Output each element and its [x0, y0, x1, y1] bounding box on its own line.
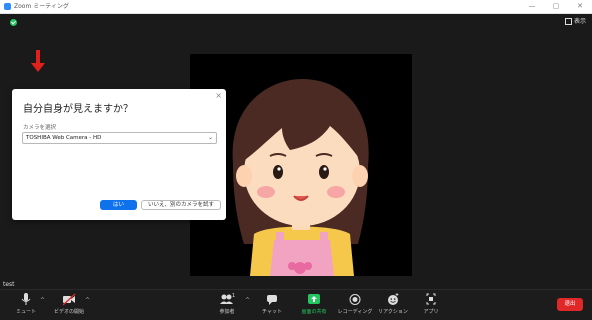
mute-button[interactable]: ミュート — [8, 293, 44, 315]
security-shield-icon[interactable] — [10, 19, 17, 26]
minimize-button[interactable]: — — [520, 0, 544, 13]
share-screen-icon — [308, 294, 320, 304]
camera-select-value: TOSHIBA Web Camera - HD — [26, 135, 102, 141]
apps-icon — [426, 293, 436, 305]
meeting-toolbar: ミュート ^ ビデオの開始 ^ 参加者 1 ^ チャット 画面の共有 レコーディ… — [0, 289, 592, 320]
participant-name-label: test — [3, 281, 15, 288]
try-another-camera-button[interactable]: いいえ、別のカメラを試す — [141, 200, 221, 210]
record-label: レコーディング — [337, 309, 373, 315]
chat-button[interactable]: チャット — [254, 293, 290, 315]
view-label: 表示 — [573, 18, 586, 25]
grid-view-icon — [564, 18, 572, 25]
chevron-down-icon: ⌄ — [207, 134, 213, 141]
dialog-close-icon[interactable]: × — [215, 91, 222, 100]
camera-select-dropdown[interactable]: TOSHIBA Web Camera - HD ⌄ — [22, 132, 217, 144]
apps-label: アプリ — [423, 309, 439, 315]
chat-bubble-icon — [267, 295, 277, 305]
participants-button[interactable]: 参加者 — [209, 293, 245, 315]
chat-label: チャット — [262, 309, 282, 315]
camera-check-dialog: × 自分自身が見えますか？ カメラを選択 TOSHIBA Web Camera … — [12, 89, 226, 220]
start-video-label: ビデオの開始 — [53, 309, 84, 315]
reaction-emoji-icon — [388, 293, 399, 305]
camera-select-label: カメラを選択 — [23, 125, 57, 131]
audio-options-caret-icon[interactable]: ^ — [40, 297, 45, 304]
participants-caret-icon[interactable]: ^ — [245, 297, 250, 304]
yes-button[interactable]: はい — [100, 200, 137, 210]
participants-label: 参加者 — [219, 309, 235, 315]
share-screen-button[interactable]: 画面の共有 — [296, 293, 332, 315]
record-button[interactable]: レコーディング — [337, 293, 373, 315]
share-screen-label: 画面の共有 — [301, 309, 327, 315]
microphone-icon — [21, 293, 31, 305]
apps-button[interactable]: アプリ — [413, 293, 449, 315]
reactions-button[interactable]: リアクション — [375, 293, 411, 315]
reactions-label: リアクション — [378, 309, 408, 315]
title-bar: Zoom ミーティング — ▢ ✕ — [0, 0, 592, 14]
maximize-button[interactable]: ▢ — [544, 0, 568, 13]
start-video-button[interactable]: ビデオの開始 — [51, 293, 87, 315]
record-icon — [349, 294, 361, 305]
video-options-caret-icon[interactable]: ^ — [85, 297, 90, 304]
zoom-logo-icon — [4, 3, 11, 10]
view-button[interactable]: 表示 — [564, 16, 586, 25]
leave-meeting-button[interactable]: 退出 — [557, 298, 583, 311]
window-title: Zoom ミーティング — [14, 3, 69, 10]
close-window-button[interactable]: ✕ — [568, 0, 592, 13]
mute-label: ミュート — [15, 309, 36, 315]
dialog-title: 自分自身が見えますか？ — [23, 104, 133, 115]
video-camera-off-icon — [62, 293, 76, 306]
red-down-arrow-icon — [31, 50, 45, 74]
participants-count: 1 — [232, 293, 236, 299]
